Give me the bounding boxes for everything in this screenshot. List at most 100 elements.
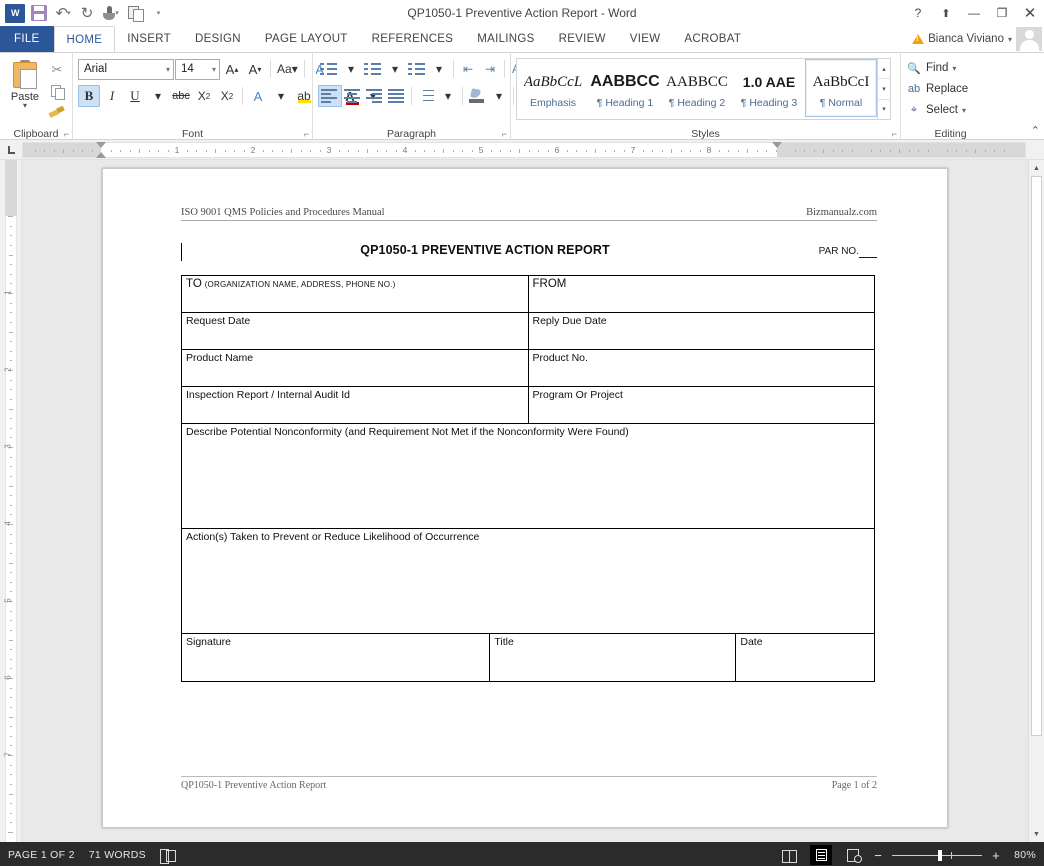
chevron-down-icon[interactable]: ▾ (952, 64, 956, 73)
style-item-heading-1[interactable]: AABBCC ¶ Heading 1 (589, 59, 661, 117)
signature-table[interactable]: Signature Title Date (180, 633, 875, 682)
cut-button[interactable]: ✂ (47, 61, 67, 79)
grow-font-button[interactable]: A ▴ (221, 58, 243, 80)
align-center-button[interactable] (342, 85, 364, 107)
table-row[interactable]: Request Date Reply Due Date (181, 312, 875, 350)
redo-icon[interactable]: ↻ (76, 2, 98, 24)
table-row[interactable]: Inspection Report / Internal Audit Id Pr… (181, 386, 875, 424)
chevron-down-icon[interactable]: ▾ (1008, 35, 1012, 44)
web-layout-view-button[interactable] (842, 845, 864, 865)
style-item-heading-2[interactable]: AABBCC ¶ Heading 2 (661, 59, 733, 117)
chevron-down-icon[interactable]: ▾ (23, 102, 27, 110)
bullets-button[interactable] (318, 58, 340, 80)
scroll-track[interactable] (1029, 176, 1044, 826)
chevron-down-icon[interactable]: ▾ (962, 106, 966, 115)
cell-to[interactable]: TO (ORGANIZATION NAME, ADDRESS, PHONE NO… (181, 275, 529, 313)
justify-button[interactable] (386, 85, 408, 107)
text-effects-button[interactable]: A (247, 85, 269, 107)
tab-acrobat[interactable]: ACROBAT (672, 26, 753, 52)
italic-button[interactable]: I (101, 85, 123, 107)
multilevel-options-button[interactable]: ▾ (428, 58, 450, 80)
font-name-combo[interactable]: Arial ▾ (78, 58, 174, 80)
superscript-button[interactable]: X2 (216, 85, 238, 107)
styles-dialog-launcher-icon[interactable]: ⌐ (892, 129, 897, 139)
hanging-indent-marker[interactable] (96, 151, 106, 158)
collapse-ribbon-icon[interactable]: ⌃ (1031, 124, 1040, 137)
zoom-out-button[interactable]: − (874, 849, 882, 862)
style-item-emphasis[interactable]: AaBbCcL Emphasis (517, 59, 589, 117)
tab-view[interactable]: VIEW (618, 26, 673, 52)
scroll-up-icon[interactable]: ▲ (1029, 160, 1044, 176)
shading-button[interactable] (466, 85, 488, 107)
table-row[interactable]: Describe Potential Nonconformity (and Re… (181, 423, 875, 529)
tab-file[interactable]: FILE (0, 26, 54, 52)
clipboard-dialog-launcher-icon[interactable]: ⌐ (64, 129, 69, 139)
numbering-button[interactable] (362, 58, 384, 80)
bullets-options-button[interactable]: ▾ (340, 58, 362, 80)
cell-from[interactable]: FROM (527, 275, 875, 313)
scroll-thumb[interactable] (1031, 176, 1042, 736)
account-name[interactable]: Bianca Viviano (928, 33, 1004, 45)
bold-button[interactable]: B (78, 85, 100, 107)
first-line-indent-marker[interactable] (96, 141, 106, 148)
tab-design[interactable]: DESIGN (183, 26, 253, 52)
styles-scroll-down-icon[interactable]: ▾ (878, 79, 890, 100)
styles-more-icon[interactable]: ▾ (878, 100, 890, 119)
styles-gallery-scrollbar[interactable]: ▴ ▾ ▾ (877, 59, 890, 119)
cell-product-no[interactable]: Product No. (527, 349, 875, 387)
paragraph-dialog-launcher-icon[interactable]: ⌐ (502, 129, 507, 139)
cell-inspection-report[interactable]: Inspection Report / Internal Audit Id (181, 386, 529, 424)
ribbon-display-options-button[interactable]: ⬆ (932, 0, 960, 26)
shading-options-button[interactable]: ▾ (488, 85, 510, 107)
save-icon[interactable] (28, 2, 50, 24)
undo-icon[interactable]: ↶ ▾ (52, 2, 74, 24)
zoom-level[interactable]: 80% (1010, 849, 1036, 861)
increase-indent-button[interactable]: ⇥ (479, 58, 501, 80)
decrease-indent-button[interactable]: ⇤ (457, 58, 479, 80)
paste-button[interactable]: Paste ▾ (5, 58, 45, 110)
read-mode-view-button[interactable] (778, 845, 800, 865)
tab-stop-selector[interactable] (0, 140, 22, 160)
find-button[interactable]: 🔍 Find ▾ (906, 59, 956, 77)
chevron-down-icon[interactable]: ▾ (212, 65, 216, 74)
proofing-errors-icon[interactable] (159, 848, 176, 864)
zoom-slider-thumb[interactable] (938, 849, 943, 861)
styles-gallery[interactable]: AaBbCcL Emphasis AABBCC ¶ Heading 1 AABB… (516, 58, 891, 120)
font-dialog-launcher-icon[interactable]: ⌐ (304, 129, 309, 139)
cell-date[interactable]: Date (735, 633, 875, 682)
change-case-button[interactable]: Aa ▾ (275, 58, 300, 80)
copy-icon[interactable] (124, 2, 146, 24)
chevron-down-icon[interactable]: ▾ (166, 65, 170, 74)
cell-program-or-project[interactable]: Program Or Project (527, 386, 875, 424)
print-layout-view-button[interactable] (810, 845, 833, 865)
text-effects-options-button[interactable]: ▾ (270, 85, 292, 107)
document-page[interactable]: ISO 9001 QMS Policies and Procedures Man… (102, 168, 948, 828)
style-item-normal[interactable]: AaBbCcI ¶ Normal (805, 59, 877, 117)
zoom-in-button[interactable]: + (992, 849, 1000, 862)
cell-reply-due-date[interactable]: Reply Due Date (527, 312, 875, 350)
document-title[interactable]: QP1050-1 PREVENTIVE ACTION REPORT (181, 243, 877, 257)
word-count[interactable]: 71 WORDS (89, 849, 146, 861)
cell-describe-nonconformity[interactable]: Describe Potential Nonconformity (and Re… (181, 423, 875, 529)
word-logo-icon[interactable]: W (4, 2, 26, 24)
tab-home[interactable]: HOME (53, 26, 116, 52)
cell-title[interactable]: Title (489, 633, 737, 682)
cell-actions-taken[interactable]: Action(s) Taken to Prevent or Reduce Lik… (181, 528, 875, 634)
horizontal-ruler[interactable]: 1 2 3 4 5 6 7 8 (22, 141, 1026, 158)
cell-signature[interactable]: Signature (180, 633, 491, 682)
ruler-right-margin[interactable] (777, 142, 1025, 157)
vertical-ruler[interactable]: 1 2 3 4 5 6 7 (0, 160, 22, 842)
tab-insert[interactable]: INSERT (115, 26, 183, 52)
numbering-options-button[interactable]: ▾ (384, 58, 406, 80)
account-area[interactable]: Bianca Viviano ▾ (912, 26, 1042, 52)
table-row[interactable]: Signature Title Date (180, 633, 875, 682)
underline-button[interactable]: U (124, 85, 146, 107)
par-no-value[interactable] (859, 246, 877, 258)
scroll-down-icon[interactable]: ▼ (1029, 826, 1044, 842)
avatar[interactable] (1016, 27, 1042, 51)
table-row[interactable]: Action(s) Taken to Prevent or Reduce Lik… (181, 528, 875, 634)
par-no-field[interactable]: PAR NO. (819, 246, 877, 258)
page-indicator[interactable]: PAGE 1 OF 2 (8, 849, 75, 861)
customize-qat-icon[interactable]: ▾ (148, 2, 170, 24)
preventive-action-form-table[interactable]: TO (ORGANIZATION NAME, ADDRESS, PHONE NO… (181, 275, 875, 634)
